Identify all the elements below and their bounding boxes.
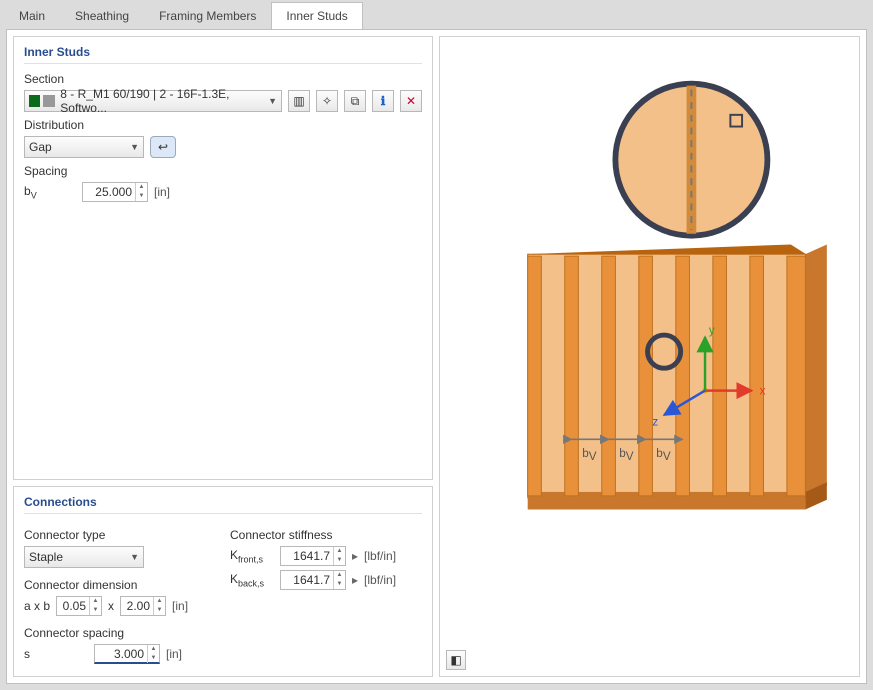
stiffness-label: Connector stiffness: [230, 528, 422, 542]
axis-x-label: x: [760, 385, 766, 398]
spacing-symbol: bV: [24, 184, 42, 200]
step-up-icon[interactable]: ▲: [148, 645, 159, 654]
step-up-icon[interactable]: ▲: [90, 597, 101, 606]
tab-inner-studs[interactable]: Inner Studs: [271, 2, 362, 29]
dim-a-field[interactable]: [57, 599, 89, 613]
axis-y-label: y: [709, 324, 715, 337]
chevron-down-icon: ▼: [268, 96, 277, 106]
step-up-icon[interactable]: ▲: [136, 183, 147, 192]
library-icon: ▥: [293, 94, 304, 108]
distribution-label: Distribution: [24, 118, 422, 132]
delete-icon: ✕: [406, 94, 416, 108]
spacing-field[interactable]: [83, 185, 135, 199]
section-value: 8 - R_M1 60/190 | 2 - 16F-1.3E, Softwo..…: [60, 87, 268, 115]
tab-framing[interactable]: Framing Members: [144, 2, 271, 29]
reset-button[interactable]: ↩: [150, 136, 176, 158]
dim-x: x: [108, 599, 114, 613]
cspacing-field[interactable]: [95, 647, 147, 661]
inner-studs-panel: Inner Studs Section 8 - R_M1 60/190 | 2 …: [13, 36, 433, 480]
swatch-grey-icon: [43, 95, 54, 107]
copy-icon: ⧉: [351, 94, 360, 109]
step-down-icon[interactable]: ▼: [90, 606, 101, 615]
cspacing-unit: [in]: [166, 647, 182, 661]
step-up-icon[interactable]: ▲: [334, 571, 345, 580]
cube-icon: ◧: [450, 653, 461, 667]
panel-title: Connections: [24, 495, 422, 514]
distribution-value: Gap: [29, 140, 52, 154]
new-item-button[interactable]: ✧: [316, 90, 338, 112]
chevron-down-icon: ▼: [130, 552, 139, 562]
delete-button[interactable]: ✕: [400, 90, 422, 112]
step-down-icon[interactable]: ▼: [334, 580, 345, 589]
step-down-icon[interactable]: ▼: [136, 192, 147, 201]
connector-type-label: Connector type: [24, 528, 216, 542]
step-down-icon[interactable]: ▼: [334, 556, 345, 565]
swatch-green-icon: [29, 95, 40, 107]
reset-icon: ↩: [158, 140, 168, 154]
dim-a-input[interactable]: ▲▼: [56, 596, 102, 616]
info-button[interactable]: ℹ: [372, 90, 394, 112]
k-front-input[interactable]: ▲▼: [280, 546, 346, 566]
step-up-icon[interactable]: ▲: [154, 597, 165, 606]
k-back-input[interactable]: ▲▼: [280, 570, 346, 590]
section-select[interactable]: 8 - R_M1 60/190 | 2 - 16F-1.3E, Softwo..…: [24, 90, 282, 112]
connector-spacing-label: Connector spacing: [24, 626, 216, 640]
info-icon: ℹ: [381, 94, 386, 108]
connector-dim-label: Connector dimension: [24, 578, 216, 592]
connector-type-select[interactable]: Staple ▼: [24, 546, 144, 568]
dim-b-field[interactable]: [121, 599, 153, 613]
k-front-field[interactable]: [281, 549, 333, 563]
connector-type-value: Staple: [29, 550, 63, 564]
k-back-field[interactable]: [281, 573, 333, 587]
preview-viewport[interactable]: x y z bV bV bV: [439, 36, 860, 677]
k-back-symbol: Kback,s: [230, 572, 274, 588]
view-orientation-button[interactable]: ◧: [446, 650, 466, 670]
step-up-icon[interactable]: ▲: [334, 547, 345, 556]
axis-z-label: z: [652, 416, 658, 429]
dim-prefix: a x b: [24, 599, 50, 613]
cspacing-input[interactable]: ▲▼: [94, 644, 160, 664]
arrow-right-icon[interactable]: ▸: [352, 549, 358, 563]
spacing-input[interactable]: ▲▼: [82, 182, 148, 202]
spacing-label: Spacing: [24, 164, 422, 178]
k-front-symbol: Kfront,s: [230, 548, 274, 564]
spacing-unit: [in]: [154, 185, 170, 199]
distribution-select[interactable]: Gap ▼: [24, 136, 144, 158]
scene-svg: x y z bV bV bV: [440, 37, 859, 676]
add-item-icon: ✧: [322, 94, 332, 108]
step-down-icon[interactable]: ▼: [148, 654, 159, 663]
step-down-icon[interactable]: ▼: [154, 606, 165, 615]
arrow-right-icon[interactable]: ▸: [352, 573, 358, 587]
tab-main[interactable]: Main: [4, 2, 60, 29]
k-front-unit: [lbf/in]: [364, 549, 396, 563]
dim-unit: [in]: [172, 599, 188, 613]
chevron-down-icon: ▼: [130, 142, 139, 152]
connections-panel: Connections Connector type Staple ▼ Conn…: [13, 486, 433, 677]
dim-b-input[interactable]: ▲▼: [120, 596, 166, 616]
tab-bar: Main Sheathing Framing Members Inner Stu…: [0, 0, 873, 29]
tab-sheathing[interactable]: Sheathing: [60, 2, 144, 29]
cspacing-symbol: s: [24, 647, 42, 661]
panel-title: Inner Studs: [24, 45, 422, 64]
section-label: Section: [24, 72, 422, 86]
copy-button[interactable]: ⧉: [344, 90, 366, 112]
library-button[interactable]: ▥: [288, 90, 310, 112]
k-back-unit: [lbf/in]: [364, 573, 396, 587]
